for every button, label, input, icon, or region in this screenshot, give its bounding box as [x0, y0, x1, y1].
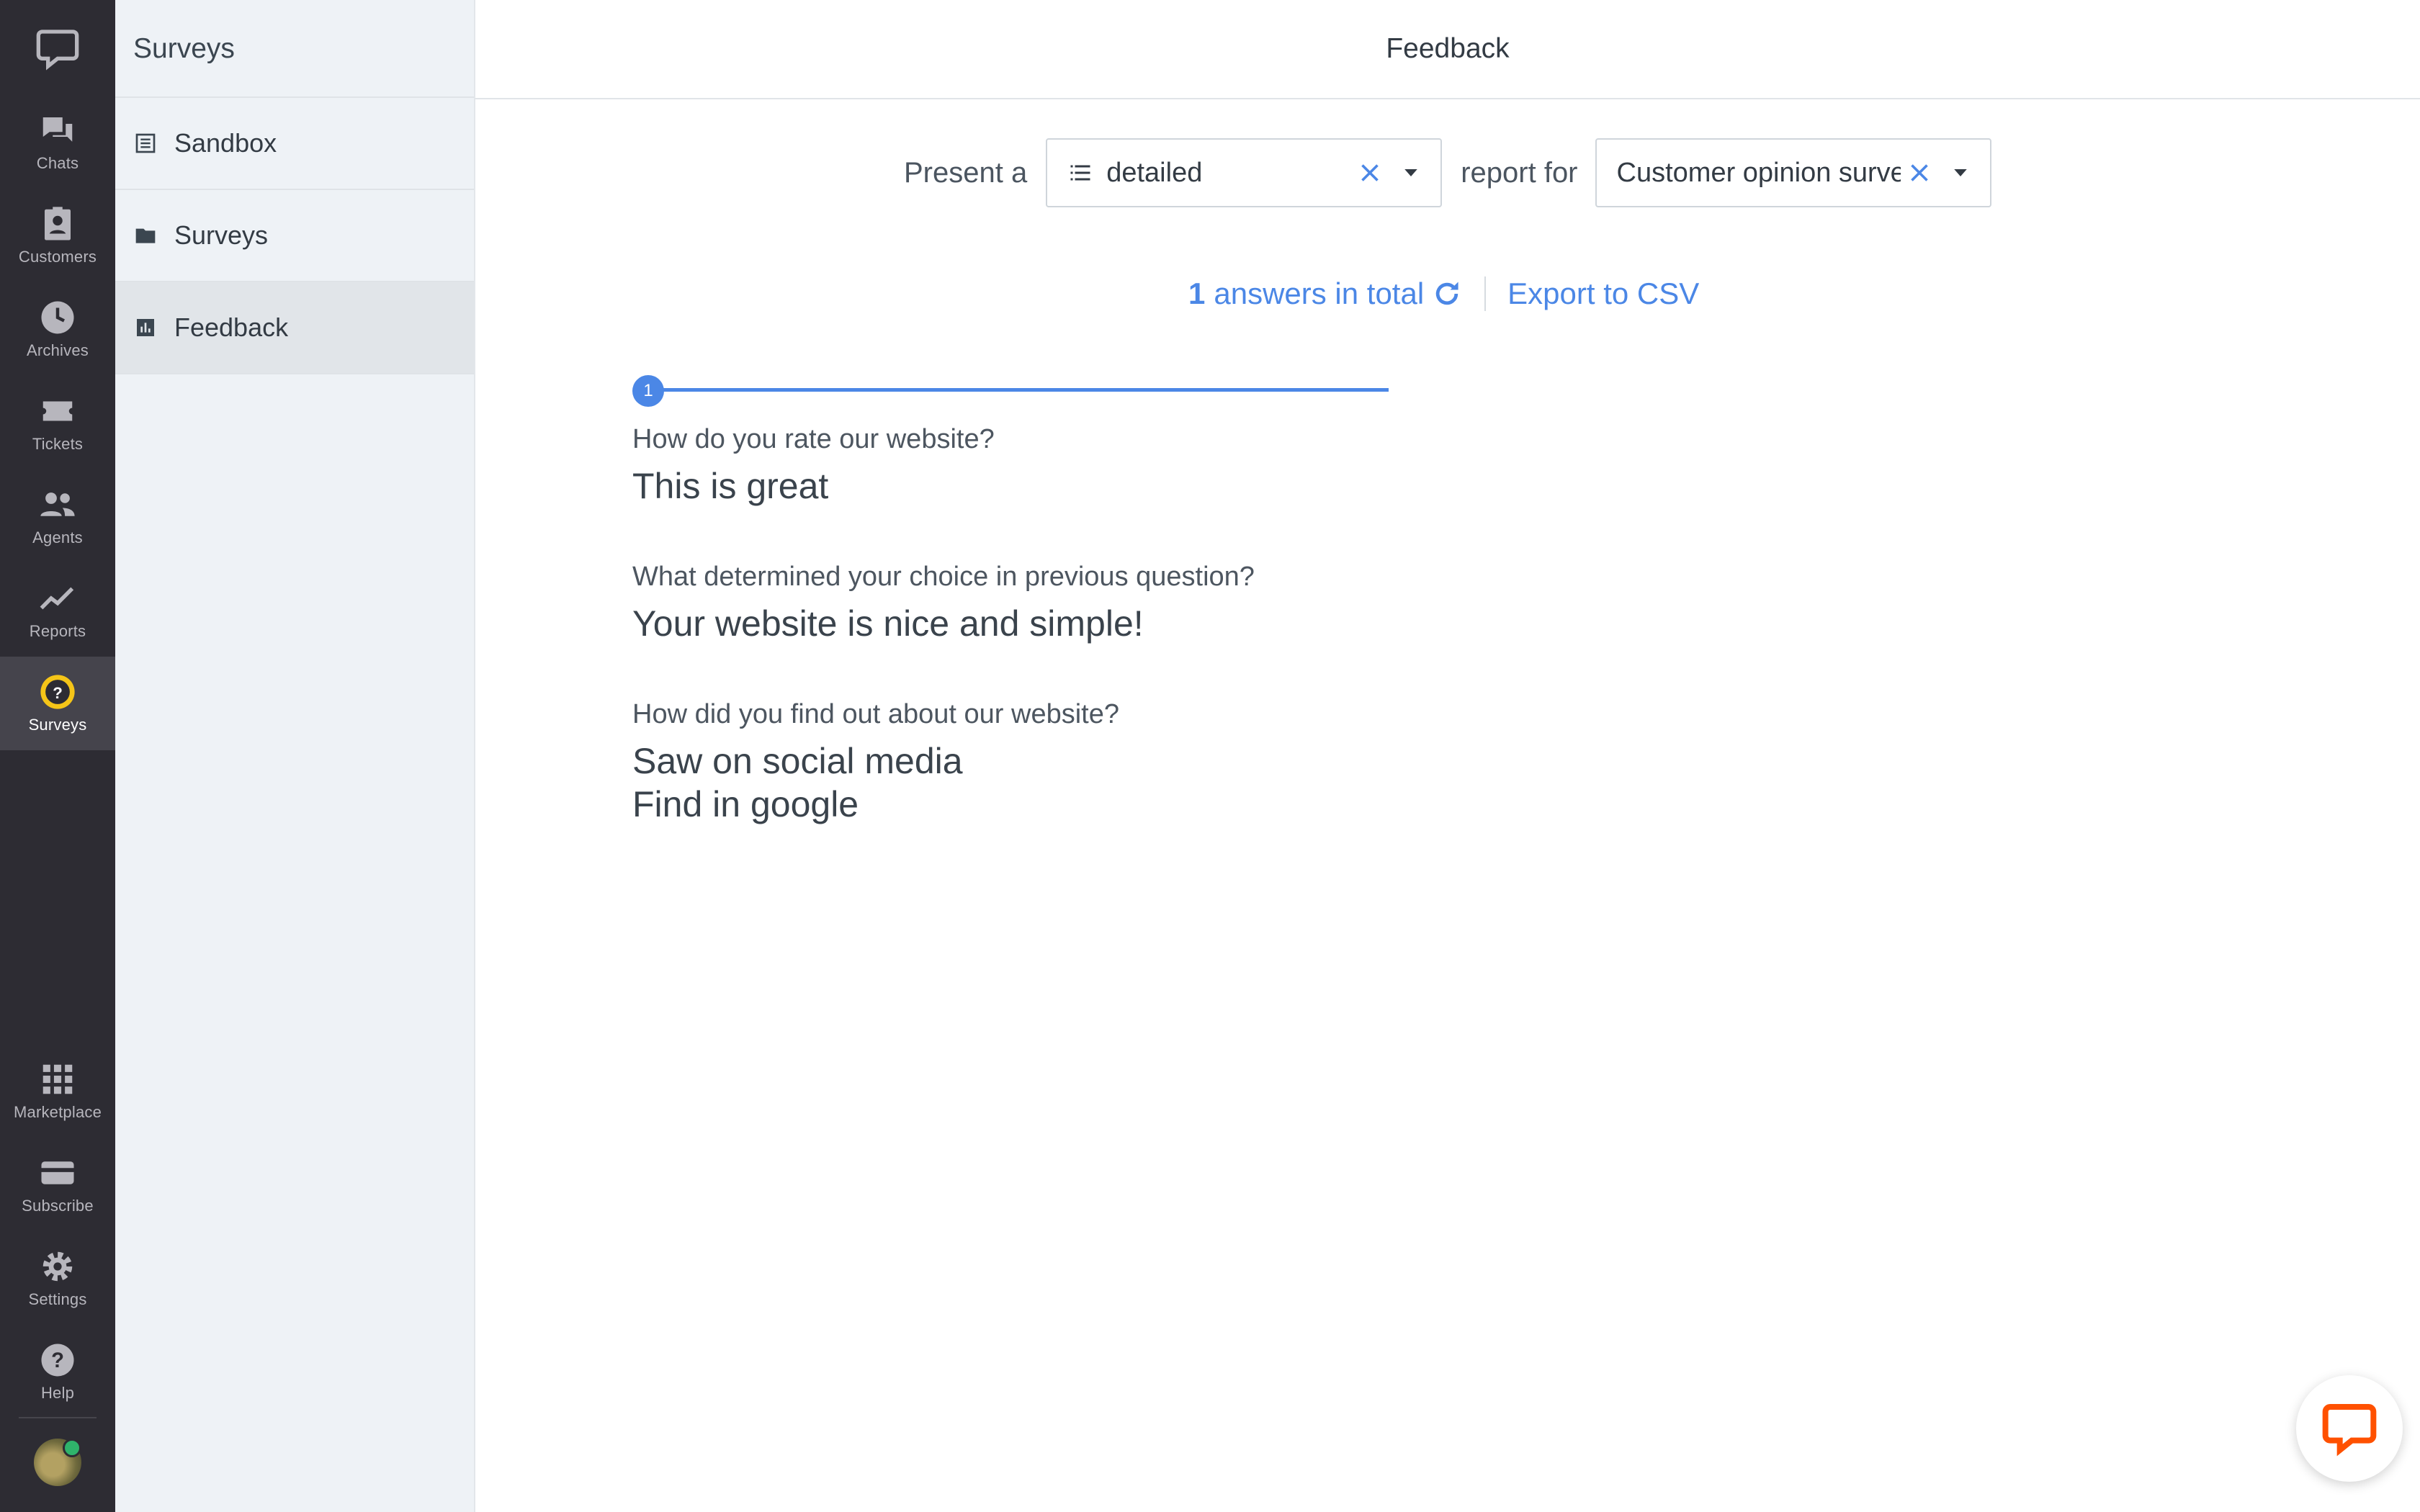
- rail-item-surveys[interactable]: ? Surveys: [0, 657, 115, 750]
- answer-text: Saw on social media: [632, 741, 963, 781]
- report-type-select[interactable]: detailed: [1046, 138, 1443, 207]
- gear-icon: [42, 1251, 73, 1282]
- chat-widget-button[interactable]: [2296, 1375, 2403, 1482]
- svg-text:?: ?: [51, 1349, 64, 1372]
- rail-label: Help: [40, 1384, 75, 1402]
- rail-label: Archives: [27, 341, 89, 359]
- page-title: Feedback: [475, 0, 2420, 99]
- progress-track: [647, 388, 1389, 392]
- chevron-down-icon[interactable]: [1400, 162, 1422, 184]
- answer-text: Your website is nice and simple!: [632, 603, 1144, 644]
- rail-item-settings[interactable]: Settings: [0, 1231, 115, 1325]
- avatar[interactable]: [34, 1439, 81, 1486]
- rail-item-agents[interactable]: Agents: [0, 469, 115, 563]
- rail-item-customers[interactable]: Customers: [0, 189, 115, 282]
- rail-item-reports[interactable]: Reports: [0, 563, 115, 657]
- question-text: How did you find out about our website?: [632, 699, 1119, 729]
- refresh-icon[interactable]: [1431, 278, 1463, 310]
- sidebar-item-label: Feedback: [174, 312, 289, 342]
- surveys-sidebar: Surveys Sandbox Surveys Feedback: [115, 0, 475, 1512]
- clock-icon: [41, 301, 74, 334]
- answer-index-badge[interactable]: 1: [632, 375, 664, 407]
- question-block: What determined your choice in previous …: [632, 559, 1785, 645]
- report-type-value: detailed: [1106, 157, 1203, 188]
- question-text: How do you rate our website?: [632, 424, 995, 454]
- rail-item-subscribe[interactable]: Subscribe: [0, 1138, 115, 1231]
- rail-label: Surveys: [28, 716, 87, 734]
- answer-count: 1: [1188, 276, 1206, 310]
- export-csv-link[interactable]: Export to CSV: [1507, 276, 1699, 311]
- rail-item-marketplace[interactable]: Marketplace: [0, 1044, 115, 1138]
- report-controls: Present a detailed report for Customer o…: [904, 137, 1991, 209]
- chevron-down-icon[interactable]: [1950, 162, 1971, 184]
- sidebar-item-label: Sandbox: [174, 128, 277, 158]
- rail-label: Settings: [28, 1290, 87, 1308]
- left-rail: Chats Customers Archives Tickets Agents …: [0, 0, 115, 1512]
- help-icon: ?: [41, 1344, 74, 1377]
- sidebar-title: Surveys: [115, 0, 474, 98]
- question-block: How do you rate our website? This is gre…: [632, 421, 1785, 508]
- answer-progress: 1: [632, 375, 1394, 407]
- rail-item-chats[interactable]: Chats: [0, 95, 115, 189]
- answer-text: This is great: [632, 466, 829, 506]
- ticket-icon: [42, 401, 73, 421]
- sidebar-item-sandbox[interactable]: Sandbox: [115, 98, 474, 190]
- clear-icon[interactable]: [1357, 160, 1383, 186]
- survey-value: Customer opinion survey: [1616, 157, 1901, 188]
- question-block: How did you find out about our website? …: [632, 696, 1785, 826]
- list-icon: [1070, 165, 1090, 181]
- grid-icon: [42, 1064, 73, 1094]
- rail-item-archives[interactable]: Archives: [0, 282, 115, 376]
- sidebar-item-feedback[interactable]: Feedback: [115, 282, 474, 374]
- contact-card-icon: [45, 207, 71, 240]
- rail-item-help[interactable]: ? Help: [0, 1325, 115, 1418]
- present-label: Present a: [904, 156, 1028, 189]
- bar-chart-icon: [137, 319, 154, 336]
- rail-label: Reports: [29, 622, 86, 640]
- question-text: What determined your choice in previous …: [632, 562, 1255, 592]
- main-content: Feedback Present a detailed report for C…: [475, 0, 2420, 1512]
- answers-label: answers in total: [1214, 276, 1425, 310]
- question-badge-icon: ?: [40, 675, 75, 709]
- line-chart-icon: [40, 587, 74, 610]
- rail-label: Chats: [36, 154, 79, 172]
- rail-label: Tickets: [32, 435, 84, 453]
- answers-summary: 1 answers in total Export to CSV: [1188, 272, 1699, 315]
- people-icon: [40, 492, 75, 516]
- rail-label: Marketplace: [13, 1103, 102, 1121]
- report-for-label: report for: [1461, 156, 1578, 189]
- list-doc-icon: [135, 133, 156, 153]
- sidebar-item-surveys[interactable]: Surveys: [115, 190, 474, 282]
- rail-label: Agents: [32, 528, 83, 546]
- folder-icon: [135, 228, 156, 243]
- card-icon: [41, 1161, 74, 1184]
- rail-label: Subscribe: [22, 1197, 94, 1215]
- divider: [1484, 276, 1487, 311]
- survey-select[interactable]: Customer opinion survey: [1595, 138, 1991, 207]
- rail-item-tickets[interactable]: Tickets: [0, 376, 115, 469]
- svg-text:?: ?: [53, 684, 63, 702]
- online-status-dot: [63, 1439, 81, 1457]
- chat-bubbles-icon: [42, 117, 73, 142]
- sidebar-item-label: Surveys: [174, 220, 269, 250]
- clear-icon[interactable]: [1906, 160, 1932, 186]
- rail-divider: [19, 1417, 97, 1418]
- rail-label: Customers: [18, 248, 97, 266]
- answer-text: Find in google: [632, 784, 859, 824]
- chat-bubble-icon: [2322, 1404, 2377, 1457]
- app-logo-icon[interactable]: [0, 20, 115, 78]
